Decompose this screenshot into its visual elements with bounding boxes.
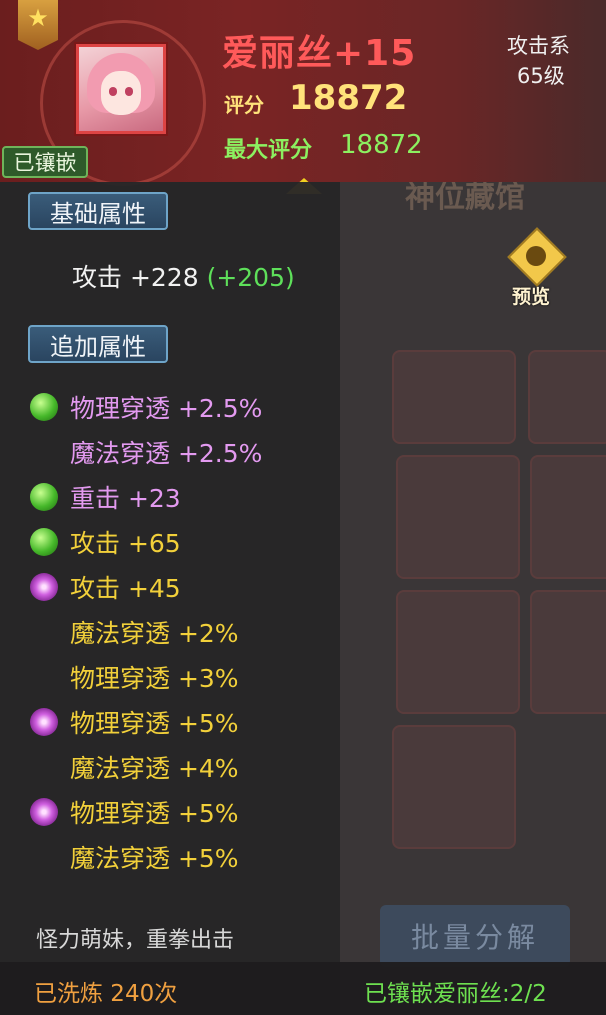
score-value: 18872 (289, 78, 408, 118)
attribute-row: 魔法穿透 +2.5% (30, 434, 262, 470)
embedded-count: 已镶嵌爱丽丝:2/2 (364, 981, 547, 1007)
orb-placeholder (30, 843, 58, 871)
attribute-text: 物理穿透 +5% (70, 799, 239, 828)
character-portrait (76, 44, 166, 134)
attribute-row: 物理穿透 +2.5% (30, 389, 262, 425)
attribute-row: 魔法穿透 +5% (30, 839, 239, 875)
attribute-row: 物理穿透 +5% (30, 704, 239, 740)
orb-placeholder (30, 753, 58, 781)
attribute-row: 重击 +23 (30, 479, 181, 515)
purple-orb-icon (30, 573, 58, 601)
attribute-row: 物理穿透 +5% (30, 794, 239, 830)
attribute-text: 物理穿透 +3% (70, 664, 239, 693)
attribute-row: 魔法穿透 +4% (30, 749, 239, 785)
attribute-row: 攻击 +45 (30, 569, 181, 605)
flavor-text: 怪力萌妹，重拳出击 (36, 928, 235, 953)
attribute-text: 物理穿透 +5% (70, 709, 239, 738)
embedded-tag: 已镶嵌 (2, 146, 88, 178)
green-orb-icon (30, 483, 58, 511)
attribute-row: 攻击 +65 (30, 524, 181, 560)
level-label: 65级 (517, 64, 565, 88)
attribute-text: 攻击 +45 (70, 574, 181, 603)
item-tooltip: ★ 已镶嵌 爱丽丝+15 评分 18872 最大评分 18872 攻击系 65级… (0, 0, 606, 1015)
attribute-row: 魔法穿透 +2% (30, 614, 239, 650)
green-orb-icon (30, 528, 58, 556)
score-label: 评分 (224, 93, 264, 117)
base-attributes-title: 基础属性 (28, 192, 168, 230)
attribute-text: 重击 +23 (70, 484, 181, 513)
orb-placeholder (30, 438, 58, 466)
max-score-label: 最大评分 (224, 138, 313, 163)
star-icon: ★ (18, 0, 58, 50)
purple-orb-icon (30, 708, 58, 736)
extra-attributes-title: 追加属性 (28, 325, 168, 363)
green-orb-icon (30, 393, 58, 421)
class-label: 攻击系 (507, 34, 570, 58)
item-name: 爱丽丝+15 (222, 33, 417, 74)
attribute-text: 物理穿透 +2.5% (70, 394, 263, 423)
refined-count: 已洗炼 240次 (34, 981, 178, 1007)
orb-placeholder (30, 663, 58, 691)
attribute-text: 攻击 +65 (70, 529, 181, 558)
base-attribute-bonus: (+205) (206, 263, 295, 292)
attribute-text: 魔法穿透 +2.5% (70, 439, 263, 468)
purple-orb-icon (30, 798, 58, 826)
attribute-text: 魔法穿透 +2% (70, 619, 239, 648)
base-attribute: 攻击 +228 (+205) (72, 258, 295, 294)
attribute-row: 物理穿透 +3% (30, 659, 239, 695)
orb-placeholder (30, 618, 58, 646)
base-attribute-value: 攻击 +228 (72, 263, 199, 292)
attribute-text: 魔法穿透 +5% (70, 844, 239, 873)
max-score-value: 18872 (340, 130, 423, 160)
attribute-text: 魔法穿透 +4% (70, 754, 239, 783)
